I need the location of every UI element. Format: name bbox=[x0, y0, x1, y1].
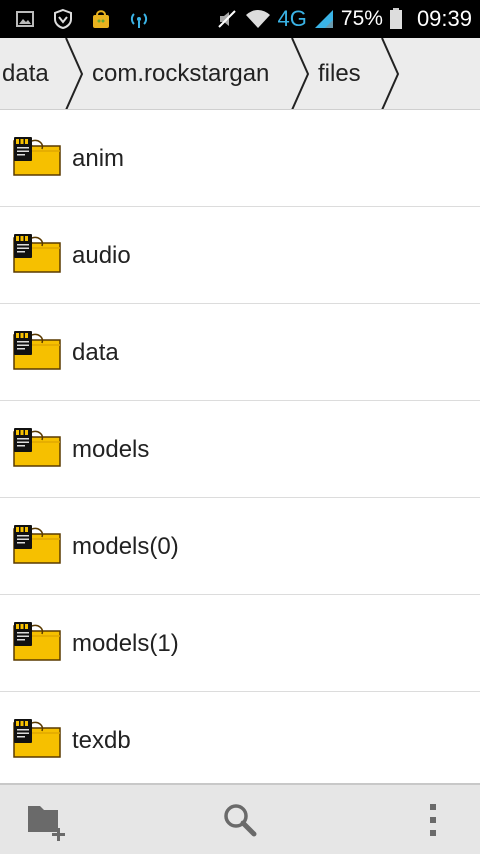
new-folder-button[interactable] bbox=[22, 795, 72, 845]
file-name: texdb bbox=[72, 727, 131, 754]
folder-icon bbox=[12, 620, 62, 662]
breadcrumb-item-data[interactable]: data bbox=[2, 38, 62, 109]
bottom-toolbar bbox=[0, 783, 480, 854]
overflow-menu-icon bbox=[430, 804, 436, 836]
file-name: models(1) bbox=[72, 630, 179, 657]
folder-icon bbox=[12, 523, 62, 565]
file-name: audio bbox=[72, 242, 131, 269]
breadcrumb-separator-icon bbox=[381, 38, 400, 109]
file-name: data bbox=[72, 339, 119, 366]
mute-icon bbox=[217, 10, 236, 28]
wifi-icon bbox=[245, 10, 270, 28]
file-list: anim audio data models models(0) models(… bbox=[0, 110, 480, 783]
folder-icon bbox=[12, 135, 62, 177]
breadcrumb: data com.rockstargan files bbox=[0, 38, 480, 110]
signal-icon bbox=[314, 10, 333, 28]
shield-icon bbox=[54, 8, 72, 30]
wireless-icon bbox=[130, 13, 148, 28]
folder-icon bbox=[12, 232, 62, 274]
search-button[interactable] bbox=[215, 795, 265, 845]
breadcrumb-separator-icon bbox=[291, 38, 310, 109]
folder-icon bbox=[12, 426, 62, 468]
list-item[interactable]: anim bbox=[0, 110, 480, 207]
breadcrumb-separator-icon bbox=[65, 38, 84, 109]
network-type-label: 4G bbox=[277, 6, 307, 31]
status-bar: 4G 75% 09:39 bbox=[0, 0, 480, 38]
search-icon bbox=[224, 804, 257, 837]
gallery-icon bbox=[16, 11, 34, 27]
list-item[interactable]: data bbox=[0, 304, 480, 401]
file-name: models bbox=[72, 436, 150, 463]
battery-icon bbox=[389, 8, 402, 29]
new-folder-icon bbox=[28, 806, 65, 841]
list-item[interactable]: audio bbox=[0, 207, 480, 304]
overflow-menu-button[interactable] bbox=[408, 795, 458, 845]
list-item[interactable]: models(1) bbox=[0, 595, 480, 692]
folder-icon bbox=[12, 329, 62, 371]
list-item[interactable]: texdb bbox=[0, 692, 480, 783]
clock: 09:39 bbox=[416, 6, 472, 31]
shopping-bag-icon bbox=[93, 10, 109, 28]
breadcrumb-item-package[interactable]: com.rockstargan bbox=[92, 38, 294, 109]
battery-percent: 75% bbox=[340, 7, 383, 30]
file-name: models(0) bbox=[72, 533, 179, 560]
list-item[interactable]: models(0) bbox=[0, 498, 480, 595]
folder-icon bbox=[12, 717, 62, 759]
breadcrumb-item-files[interactable]: files bbox=[318, 38, 378, 109]
list-item[interactable]: models bbox=[0, 401, 480, 498]
file-name: anim bbox=[72, 145, 125, 172]
